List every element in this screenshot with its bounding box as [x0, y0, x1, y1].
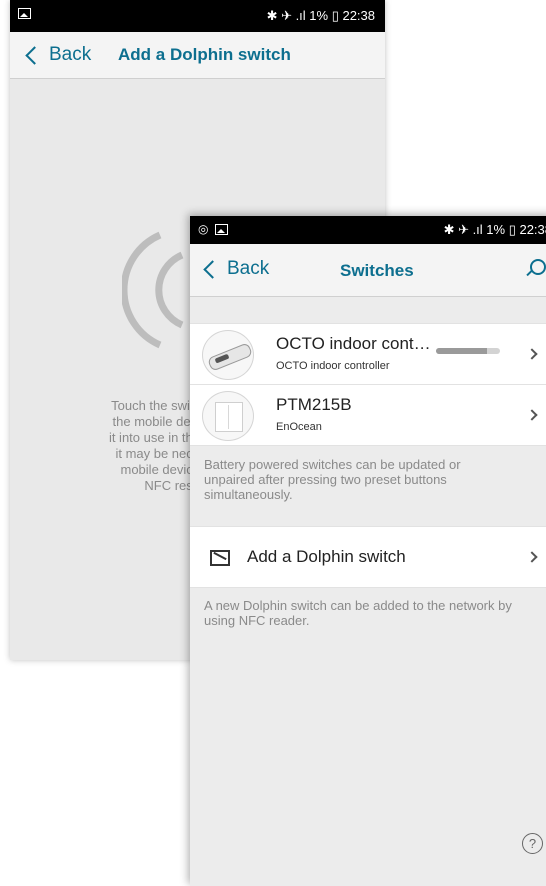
instruction-line: it into use in the: [108, 430, 200, 445]
info-line: simultaneously.: [204, 487, 293, 502]
add-switch-label: Add a Dolphin switch: [247, 547, 406, 566]
chevron-right-icon: [526, 348, 538, 360]
device-name: OCTO indoor cont…: [276, 334, 431, 353]
chevron-left-icon: [25, 46, 44, 65]
back-label: Back: [227, 258, 270, 279]
instruction-line: the mobile devi: [112, 414, 200, 429]
chevron-left-icon: [203, 260, 222, 279]
app-bar: Back Switches: [190, 244, 546, 297]
add-switch-info-text: A new Dolphin switch can be added to the…: [204, 598, 512, 628]
image-notification-icon: [18, 8, 31, 19]
instruction-line: it may be nece: [115, 446, 200, 461]
chevron-right-icon: [526, 551, 538, 563]
switch-icon: [210, 550, 230, 566]
image-notification-icon: [215, 223, 229, 235]
remote-control-icon: [202, 330, 254, 380]
status-bar: ◎ ✱ ✈ .ıl 1% ▯ 22:38: [190, 216, 546, 244]
page-title: Add a Dolphin switch: [118, 45, 291, 64]
status-indicators: ✱ ✈ .ıl 1% ▯ 22:38: [266, 8, 375, 23]
page-title: Switches: [340, 261, 414, 280]
instruction-line: Touch the switc: [111, 398, 200, 413]
info-line: Battery powered switches can be updated …: [204, 457, 461, 472]
instruction-line: mobile device: [120, 462, 201, 477]
back-label: Back: [49, 44, 92, 65]
update-progress-bar: [436, 348, 500, 354]
status-bar: ✱ ✈ .ıl 1% ▯ 22:38: [10, 0, 385, 32]
add-dolphin-switch-button[interactable]: Add a Dolphin switch: [190, 526, 546, 588]
search-icon[interactable]: [530, 259, 546, 275]
device-subtitle: EnOcean: [276, 421, 322, 433]
instruction-line: NFC resp: [144, 478, 200, 493]
progress-fill: [436, 348, 488, 354]
status-indicators: ✱ ✈ .ıl 1% ▯ 22:38: [443, 222, 546, 237]
device-row-octo[interactable]: OCTO indoor cont… OCTO indoor controller: [190, 323, 546, 385]
front-screen-switches: ◎ ✱ ✈ .ıl 1% ▯ 22:38 Back Switches OCTO …: [190, 216, 546, 886]
info-line: unpaired after pressing two preset butto…: [204, 472, 447, 487]
info-line: using NFC reader.: [204, 613, 310, 628]
device-subtitle: OCTO indoor controller: [276, 360, 390, 372]
app-bar: Back Add a Dolphin switch: [10, 32, 385, 79]
device-name: PTM215B: [276, 395, 352, 414]
device-row-ptm215b[interactable]: PTM215B EnOcean: [190, 385, 546, 446]
info-line: A new Dolphin switch can be added to the…: [204, 598, 512, 613]
chevron-right-icon: [526, 409, 538, 421]
battery-info-text: Battery powered switches can be updated …: [190, 446, 546, 502]
wall-switch-icon: [202, 391, 254, 441]
sync-icon: ◎: [198, 222, 209, 236]
back-button[interactable]: Back: [203, 258, 270, 280]
back-button[interactable]: Back: [25, 44, 92, 66]
nfc-instructions: Touch the switc the mobile devi it into …: [10, 398, 200, 494]
help-icon[interactable]: ?: [522, 833, 543, 854]
